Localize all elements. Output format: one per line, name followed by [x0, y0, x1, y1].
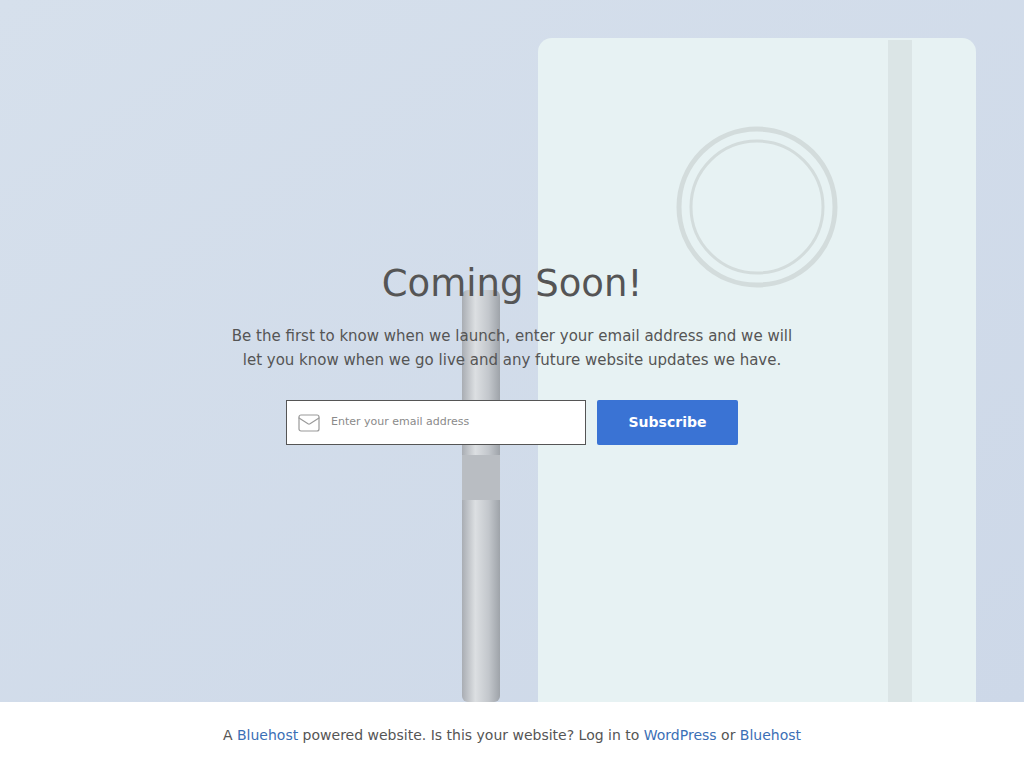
footer-text: powered website. Is this your website? L…: [298, 725, 644, 746]
footer-link[interactable]: Bluehost: [740, 725, 801, 746]
footer-link[interactable]: Bluehost: [237, 725, 298, 746]
mail-icon: [297, 411, 321, 435]
email-input[interactable]: [331, 414, 575, 431]
subscribe-form: Subscribe: [286, 400, 738, 445]
footer-text: A: [223, 725, 237, 746]
content: Coming Soon! Be the first to know when we…: [227, 257, 797, 445]
description: Be the first to know when we launch, ent…: [227, 324, 797, 372]
hero: Coming Soon! Be the first to know when we…: [0, 0, 1024, 702]
footer-text: or: [717, 725, 740, 746]
email-field[interactable]: [286, 400, 586, 445]
heading: Coming Soon!: [382, 261, 643, 307]
subscribe-button[interactable]: Subscribe: [597, 400, 738, 445]
footer-link[interactable]: WordPress: [644, 725, 717, 746]
footer: A Bluehost powered website. Is this your…: [0, 702, 1024, 768]
coming-soon-page: Coming Soon! Be the first to know when we…: [0, 0, 1024, 768]
